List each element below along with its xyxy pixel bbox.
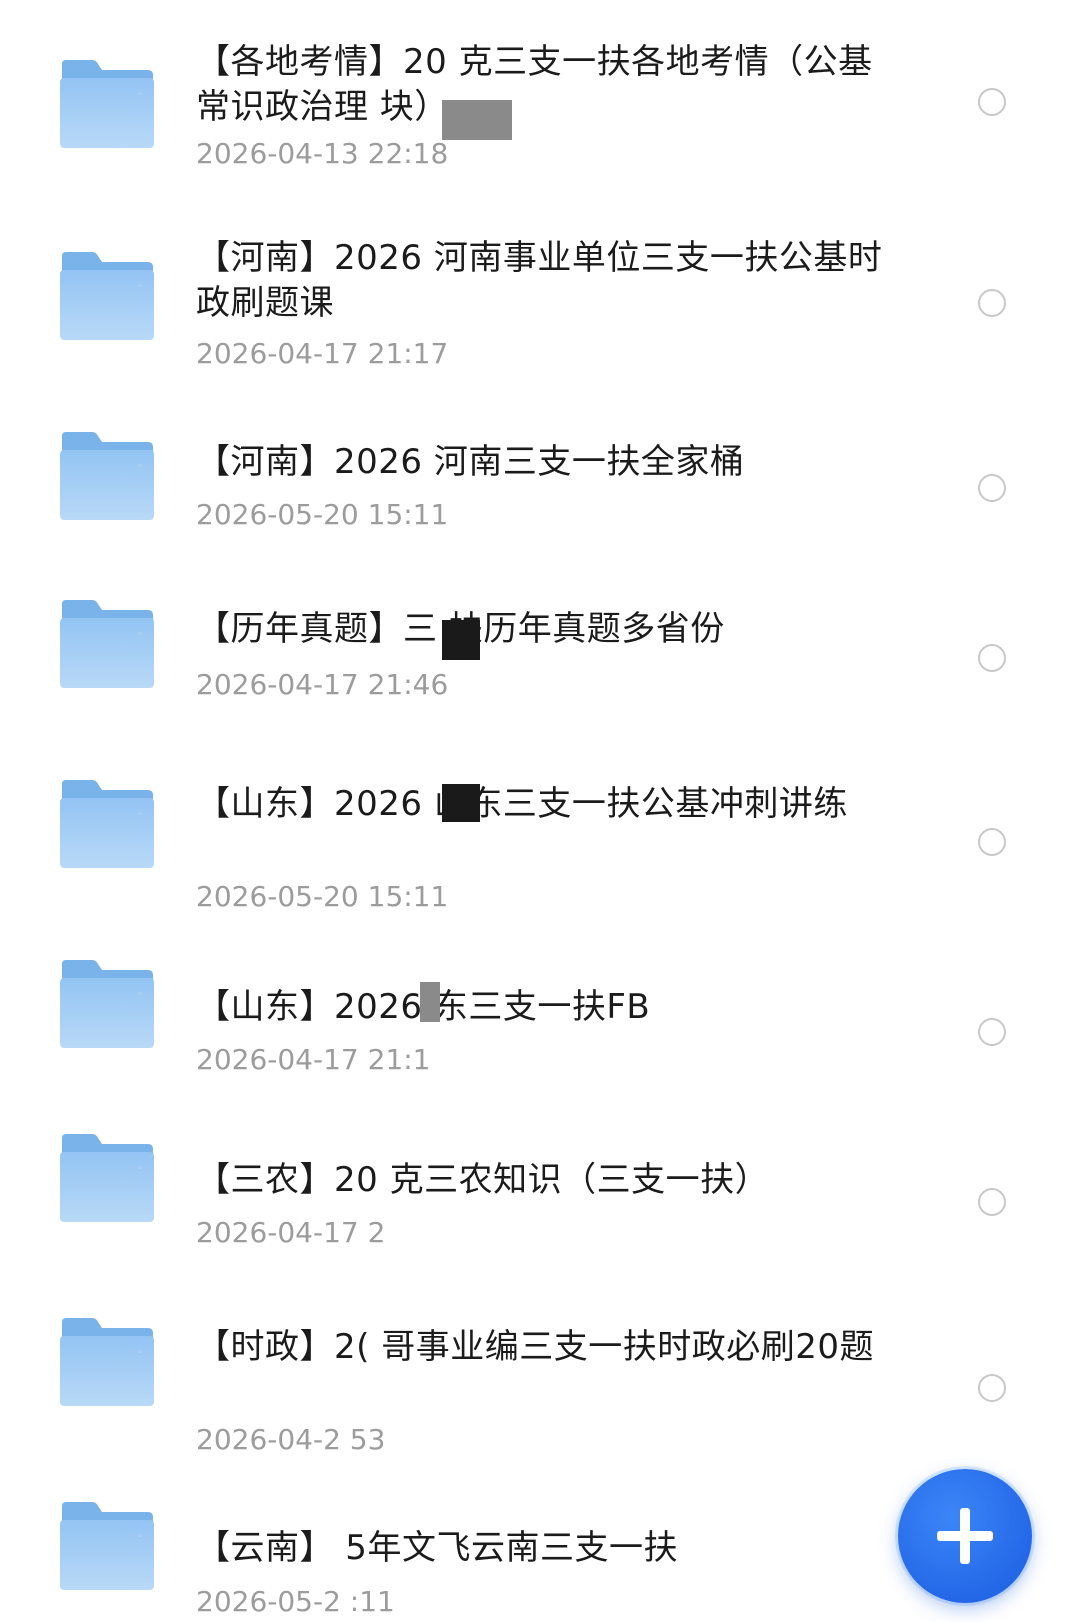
select-checkbox[interactable]: [978, 1374, 1006, 1402]
folder-icon: [58, 1500, 156, 1592]
folder-icon: [58, 1132, 156, 1224]
redaction-block: [442, 784, 480, 822]
file-date: 2026-05-2 :11: [196, 1585, 395, 1618]
file-date: 2026-04-17 21:46: [196, 668, 449, 701]
redaction-block: [442, 620, 480, 660]
file-name: 【山东】2026 山东三支一扶公基冲刺讲练: [196, 784, 848, 824]
file-name: 【山东】2026 东三支一扶FB: [196, 987, 651, 1027]
file-date: 2026-04-17 21:17: [196, 337, 449, 370]
folder-icon: [58, 958, 156, 1050]
folder-icon: [58, 778, 156, 870]
file-date: 2026-04-17 21:1: [196, 1043, 431, 1076]
redaction-block: [420, 982, 440, 1022]
file-name: 【历年真题】三 扶历年真题多省份: [196, 609, 725, 649]
plus-icon-vertical: [960, 1508, 970, 1564]
file-date: 2026-04-13 22:18: [196, 137, 449, 170]
select-checkbox[interactable]: [978, 289, 1006, 317]
file-name: 【云南】 5年文飞云南三支一扶: [196, 1528, 678, 1568]
folder-icon: [58, 430, 156, 522]
select-checkbox[interactable]: [978, 644, 1006, 672]
file-list: 【各地考情】20 克三支一扶各地考情（公基常识政治理 块） 2026-04-13 …: [0, 0, 1080, 1622]
file-date: 2026-04-2 53: [196, 1423, 386, 1456]
redaction-block: [442, 100, 512, 140]
select-checkbox[interactable]: [978, 1018, 1006, 1046]
select-checkbox[interactable]: [978, 1188, 1006, 1216]
file-name: 【河南】2026 河南三支一扶全家桶: [196, 442, 745, 482]
select-checkbox[interactable]: [978, 88, 1006, 116]
file-date: 2026-05-20 15:11: [196, 880, 449, 913]
select-checkbox[interactable]: [978, 828, 1006, 856]
file-name: 【河南】2026 河南事业单位三支一扶公基时政刷题课: [196, 238, 883, 323]
folder-icon: [58, 1316, 156, 1408]
file-name: 【时政】2( 哥事业编三支一扶时政必刷20题: [196, 1327, 874, 1367]
folder-icon: [58, 598, 156, 690]
folder-icon: [58, 58, 156, 150]
select-checkbox[interactable]: [978, 474, 1006, 502]
add-button[interactable]: [898, 1469, 1032, 1603]
file-date: 2026-05-20 15:11: [196, 498, 449, 531]
file-name: 【各地考情】20 克三支一扶各地考情（公基常识政治理 块）: [196, 42, 873, 127]
folder-icon: [58, 250, 156, 342]
file-name: 【三农】20 克三农知识（三支一扶）: [196, 1160, 770, 1200]
file-date: 2026-04-17 2: [196, 1216, 386, 1249]
